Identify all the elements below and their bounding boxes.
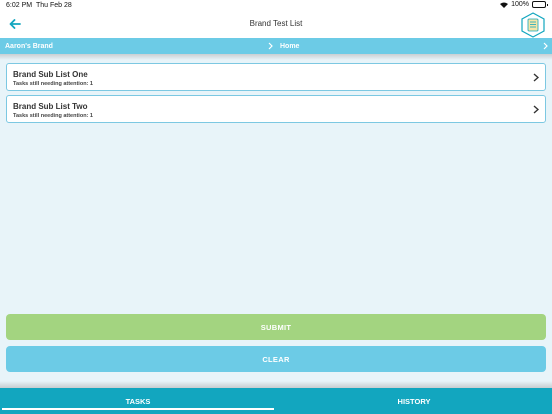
battery-percent: 100% (511, 1, 529, 8)
breadcrumb-label: Home (280, 42, 300, 50)
list-item-title: Brand Sub List Two (13, 102, 88, 111)
submit-button[interactable]: SUBMIT (6, 314, 546, 340)
page-title: Brand Test List (249, 19, 303, 28)
list-item-sub-list-two[interactable]: Brand Sub List Two Tasks still needing a… (6, 95, 546, 123)
status-time: 6:02 PM (6, 2, 33, 9)
active-tab-indicator (2, 408, 274, 410)
main-content: Brand Sub List One Tasks still needing a… (0, 54, 552, 388)
breadcrumb-item-home[interactable]: Home (280, 38, 552, 54)
tab-bar-shadow (0, 381, 552, 388)
breadcrumb-label: Aaron's Brand (5, 42, 53, 50)
hexagon-clipboard-logo-icon (521, 12, 545, 38)
battery-icon (532, 1, 548, 8)
nav-bar: Brand Test List (0, 12, 552, 38)
chevron-right-icon (533, 73, 539, 82)
list-item-subtitle: Tasks still needing attention: 1 (13, 113, 93, 119)
app-logo (521, 12, 545, 38)
list-item-title: Brand Sub List One (13, 70, 88, 79)
chevron-right-icon (533, 105, 539, 114)
status-right: 100% (500, 1, 548, 8)
tab-bar: TASKS HISTORY (0, 388, 552, 414)
tab-history[interactable]: HISTORY (276, 388, 552, 414)
breadcrumb-item-brand[interactable]: Aaron's Brand (5, 38, 275, 54)
clear-button[interactable]: CLEAR (6, 346, 546, 372)
list-item-sub-list-one[interactable]: Brand Sub List One Tasks still needing a… (6, 63, 546, 91)
top-shadow (0, 54, 552, 60)
status-date: Thu Feb 28 (36, 2, 72, 9)
tab-tasks[interactable]: TASKS (0, 388, 276, 414)
breadcrumb: Aaron's Brand Home (0, 38, 552, 54)
list-item-subtitle: Tasks still needing attention: 1 (13, 81, 93, 87)
status-bar: 6:02 PM Thu Feb 28 100% (0, 0, 552, 12)
chevron-right-icon (543, 42, 548, 50)
chevron-right-icon (268, 42, 273, 50)
wifi-icon (500, 2, 509, 8)
